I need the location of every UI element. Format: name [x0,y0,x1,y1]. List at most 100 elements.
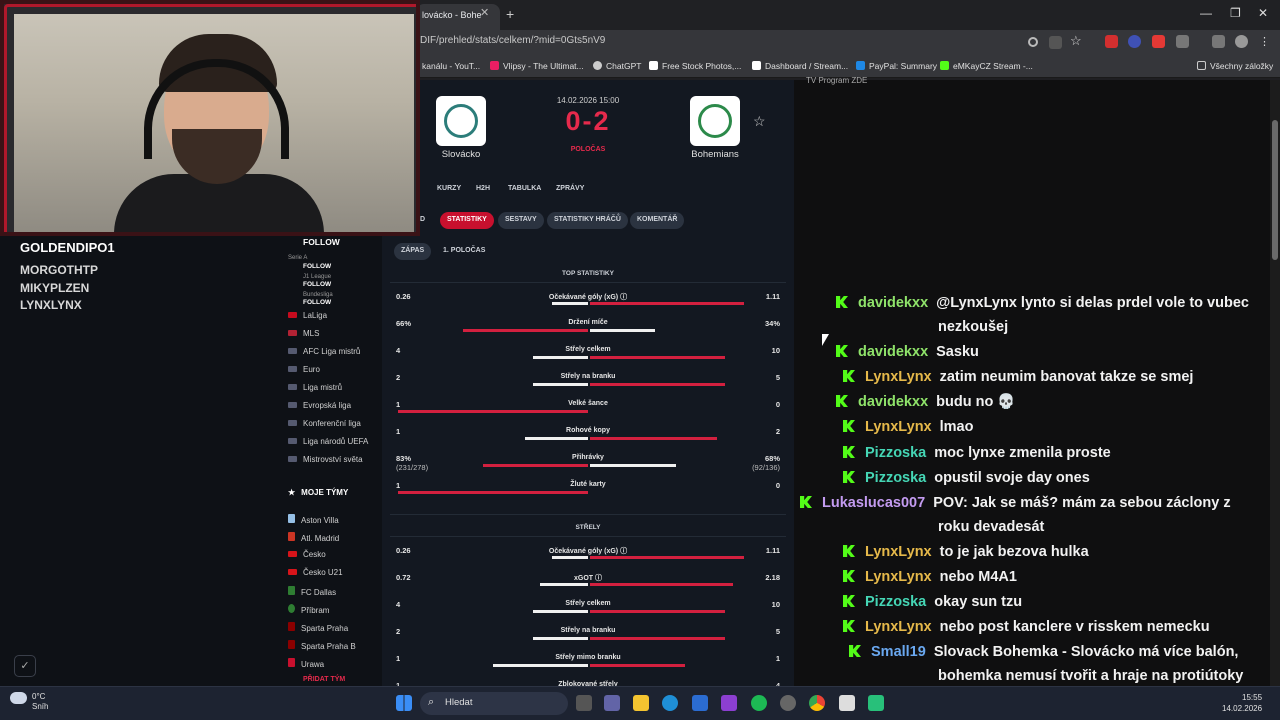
sidebar-item[interactable]: Mistrovství světa [288,455,363,464]
close-icon[interactable]: ✕ [480,6,489,19]
steam-icon[interactable] [780,695,796,711]
nav-tab[interactable]: H2H [476,185,490,192]
bookmark-item[interactable]: PayPal: Summary [856,61,937,71]
sidebar-item[interactable]: Bundesliga [303,292,333,298]
app-icon[interactable] [868,695,884,711]
bookmark-item[interactable]: Vlipsy - The Ultimat... [490,61,584,71]
zoom-icon[interactable] [1028,37,1038,47]
menu-icon[interactable]: ⋮ [1259,35,1272,48]
new-tab-icon[interactable]: + [506,6,514,22]
chat-username[interactable]: LynxLynx [865,619,932,635]
team-item[interactable]: Česko [288,550,326,559]
chat-username[interactable]: Pizzoska [865,445,926,461]
chat-username[interactable]: LynxLynx [865,569,932,585]
chat-username[interactable]: davidekxx [858,394,928,410]
install-icon[interactable] [1049,36,1062,49]
shield-icon[interactable]: ✓ [14,655,36,677]
chat-username[interactable]: Pizzoska [865,594,926,610]
edge-icon[interactable] [662,695,678,711]
bookmark-item[interactable]: ChatGPT [593,61,641,71]
maximize-icon[interactable]: ❐ [1230,6,1241,20]
spotify-icon[interactable] [751,695,767,711]
team-item[interactable]: Sparta Praha [288,622,348,633]
chat-username[interactable]: davidekxx [858,295,928,311]
kick-badge-icon [843,471,855,483]
puzzle-icon[interactable] [1176,35,1189,48]
avatar[interactable] [1235,35,1248,48]
period-first-half[interactable]: 1. POLOČAS [436,243,492,260]
bookmark-star-icon[interactable]: ☆ [1070,33,1083,48]
team-item[interactable]: Atl. Madrid [288,532,339,543]
away-crest[interactable] [690,96,740,146]
taskbar-search[interactable]: ⌕ Hledat [420,692,568,715]
chat-username[interactable]: LynxLynx [865,369,932,385]
sidebar-item[interactable]: J1 League [303,274,331,280]
follow-label: FOLLOW [303,237,340,247]
sidebar-item[interactable]: Liga národů UEFA [288,437,368,446]
chat-text: POV: Jak se máš? mám za sebou záclony z [933,495,1231,511]
teams-icon[interactable] [604,695,620,711]
media-icon[interactable] [1212,35,1225,48]
chat-username[interactable]: Pizzoska [865,470,926,486]
chat-username[interactable]: davidekxx [858,344,928,360]
team-item[interactable]: FC Dallas [288,586,336,597]
chat-username[interactable]: LynxLynx [865,419,932,435]
minimize-icon[interactable]: — [1200,6,1212,20]
tab-player-stats[interactable]: STATISTIKY HRÁČŮ [547,212,628,229]
chat-username[interactable]: Small19 [871,644,926,660]
nav-tab[interactable]: KURZY [437,185,461,192]
system-clock[interactable]: 15:55 14.02.2026 [1222,692,1262,714]
away-team[interactable]: Bohemians [675,149,755,160]
sidebar-item[interactable]: Liga mistrů [288,383,342,392]
window-close-icon[interactable]: ✕ [1258,6,1268,20]
tab-statistics[interactable]: STATISTIKY [440,212,494,229]
stat-away-bar [590,437,717,440]
team-item[interactable]: Příbram [288,604,329,615]
match-score: 0-2 [565,106,611,136]
chat-username[interactable]: LynxLynx [865,544,932,560]
task-view-icon[interactable] [576,695,592,711]
nav-tab[interactable]: ZPRÁVY [556,185,584,192]
favorite-star-icon[interactable]: ☆ [753,113,766,130]
team-item[interactable]: Aston Villa [288,514,339,525]
tab-commentary[interactable]: KOMENTÁŘ [630,212,685,229]
chat-message: LynxLynx nebo post kanclere v risskem nem… [843,615,1268,639]
kick-badge-icon [843,620,855,632]
bookmark-item[interactable]: Dashboard / Stream... [752,61,848,71]
folder-icon[interactable] [633,695,649,711]
weather-widget[interactable]: 0°C Sníh [10,692,48,712]
sidebar-item[interactable]: LaLiga [288,311,327,320]
home-crest[interactable] [436,96,486,146]
app-icon[interactable] [721,695,737,711]
sidebar-item[interactable]: Serie A [288,255,307,261]
chat-message: LynxLynx lmao [843,415,1268,439]
stat-away-bar [590,302,744,305]
nav-tab[interactable]: TABULKA [508,185,541,192]
team-item[interactable]: Sparta Praha B [288,640,356,651]
extension-icon[interactable] [1105,35,1118,48]
windows-start-icon[interactable] [396,695,412,711]
extension-icon[interactable] [1128,35,1141,48]
sidebar-item[interactable]: AFC Liga mistrů [288,347,360,356]
sidebar-item[interactable]: Konferenční liga [288,419,361,428]
store-icon[interactable] [692,695,708,711]
period-match[interactable]: ZÁPAS [394,243,432,260]
add-team-button[interactable]: PŘIDAT TÝM [303,676,345,683]
tab-lineups[interactable]: SESTAVY [498,212,544,229]
team-item[interactable]: Česko U21 [288,568,343,577]
sidebar-item[interactable]: MLS [288,329,319,338]
extension-icon[interactable] [1152,35,1165,48]
all-bookmarks[interactable]: Všechny záložky [1197,61,1273,71]
chrome-icon[interactable] [809,695,825,711]
team-item[interactable]: Urawa [288,658,324,669]
bookmark-item[interactable]: eMKayCZ Stream -... [940,61,1033,71]
scrollbar-thumb[interactable] [1272,120,1278,260]
bookmark-item[interactable]: Free Stock Photos,... [649,61,741,71]
sidebar-item[interactable]: Evropská liga [288,401,351,410]
chat-username[interactable]: Lukaslucas007 [822,495,925,511]
home-team[interactable]: Slovácko [421,149,501,160]
bookmark-item[interactable]: kanálu - YouT... [422,61,480,71]
app-icon[interactable] [839,695,855,711]
url-text[interactable]: DIF/prehled/stats/celkem/?mid=0Gts5nV9 [420,35,605,46]
sidebar-item[interactable]: Euro [288,365,320,374]
